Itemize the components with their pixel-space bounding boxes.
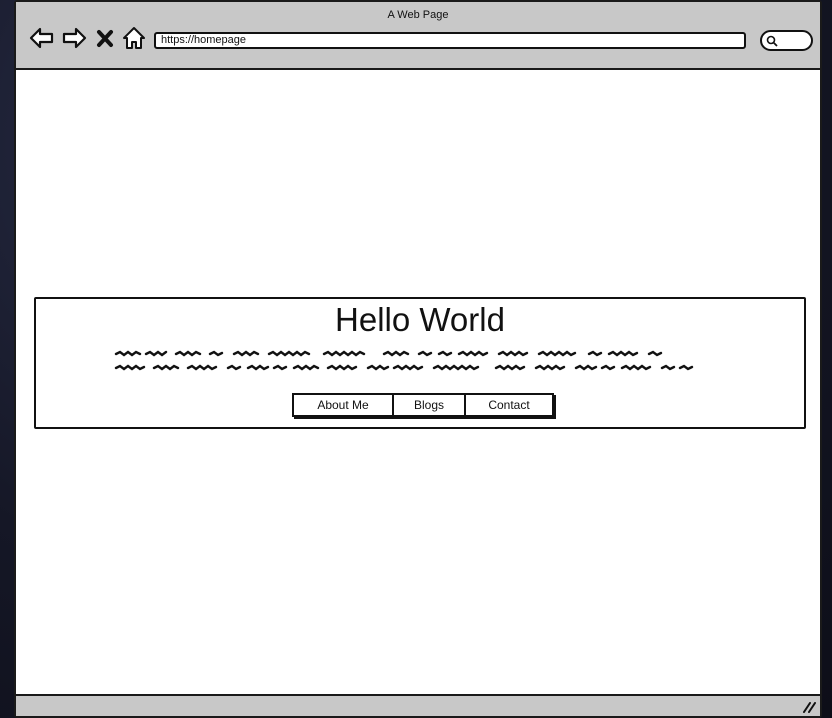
blogs-button[interactable]: Blogs [392, 395, 464, 415]
search-icon [766, 35, 778, 47]
status-bar [16, 694, 820, 716]
search-button[interactable] [760, 30, 813, 51]
close-icon[interactable] [94, 24, 116, 52]
resize-grip-icon[interactable] [802, 701, 816, 713]
placeholder-text-line-2 [114, 363, 724, 373]
hero-title: Hello World [335, 301, 505, 338]
browser-toolbar: A Web Page https://homepage [16, 2, 820, 70]
back-arrow-icon[interactable] [28, 24, 56, 52]
window-title: A Web Page [387, 9, 449, 21]
browser-window: A Web Page https://homepage Hello World [14, 0, 822, 718]
page-content: Hello World About Me Blogs Contact [16, 70, 820, 696]
about-me-button[interactable]: About Me [294, 395, 392, 415]
forward-arrow-icon[interactable] [60, 24, 88, 52]
placeholder-text-line-1 [114, 349, 724, 359]
hero-section: Hello World About Me Blogs Contact [34, 297, 806, 429]
address-bar[interactable]: https://homepage [154, 32, 746, 49]
home-icon[interactable] [120, 24, 148, 52]
contact-button[interactable]: Contact [464, 395, 552, 415]
hero-button-group: About Me Blogs Contact [292, 393, 554, 417]
